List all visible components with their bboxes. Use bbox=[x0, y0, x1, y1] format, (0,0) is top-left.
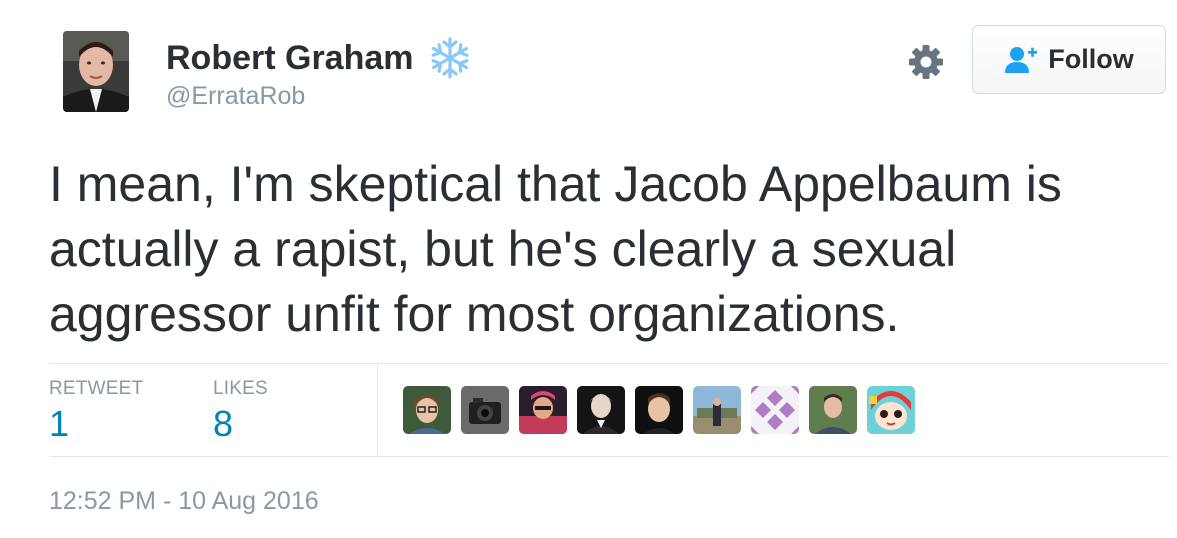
stats-bottom-divider bbox=[49, 456, 1169, 457]
gear-icon[interactable] bbox=[906, 42, 946, 82]
tweet-text: I mean, I'm skeptical that Jacob Appelba… bbox=[49, 156, 1062, 342]
liker-avatar[interactable] bbox=[751, 386, 799, 434]
stats-vertical-divider bbox=[377, 364, 378, 456]
liker-avatar[interactable] bbox=[635, 386, 683, 434]
likes-label: LIKES bbox=[213, 378, 268, 399]
liker-avatar[interactable] bbox=[577, 386, 625, 434]
liker-avatar[interactable] bbox=[809, 386, 857, 434]
tweet-timestamp[interactable]: 12:52 PM - 10 Aug 2016 bbox=[49, 487, 319, 516]
author-handle[interactable]: @ErrataRob bbox=[166, 82, 305, 111]
liker-avatar[interactable] bbox=[693, 386, 741, 434]
liker-avatar[interactable] bbox=[461, 386, 509, 434]
liker-avatar[interactable] bbox=[519, 386, 567, 434]
likes-stat[interactable]: LIKES 8 bbox=[213, 378, 268, 445]
liker-avatar[interactable] bbox=[867, 386, 915, 434]
author-name[interactable]: Robert Graham bbox=[166, 39, 414, 78]
add-user-icon bbox=[1005, 46, 1038, 73]
follow-button[interactable]: Follow bbox=[972, 25, 1166, 94]
author-avatar-image bbox=[63, 31, 129, 112]
likes-count[interactable]: 8 bbox=[213, 403, 268, 445]
retweet-stat[interactable]: RETWEET 1 bbox=[49, 378, 143, 445]
retweet-label: RETWEET bbox=[49, 378, 144, 399]
liker-avatar[interactable] bbox=[403, 386, 451, 434]
snowflake-icon bbox=[428, 37, 471, 79]
author-avatar[interactable] bbox=[63, 31, 129, 112]
author-name-row[interactable]: Robert Graham bbox=[166, 36, 472, 80]
retweet-count[interactable]: 1 bbox=[49, 403, 143, 445]
liker-avatars bbox=[403, 386, 915, 434]
stats-top-divider bbox=[49, 363, 1169, 364]
follow-label: Follow bbox=[1048, 44, 1134, 74]
